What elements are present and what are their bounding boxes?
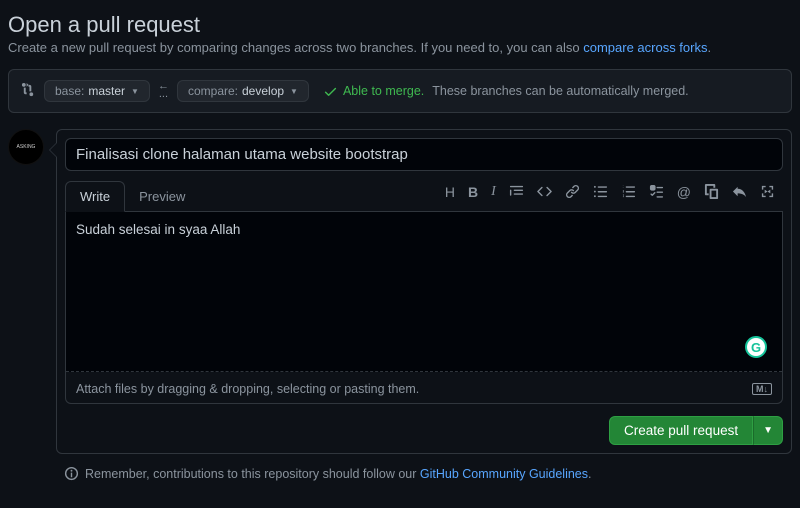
page-subtitle: Create a new pull request by comparing c…	[8, 40, 792, 55]
code-icon[interactable]	[537, 184, 552, 202]
body-wrap: Attach files by dragging & dropping, sel…	[65, 212, 783, 404]
expand-icon[interactable]	[760, 184, 775, 202]
merge-status: Able to merge.	[323, 84, 424, 99]
attach-hint[interactable]: Attach files by dragging & dropping, sel…	[76, 382, 419, 396]
compare-forks-link[interactable]: compare across forks	[583, 40, 707, 55]
ul-icon[interactable]	[593, 184, 608, 202]
ol-icon[interactable]	[621, 184, 636, 202]
link-icon[interactable]	[565, 184, 580, 202]
arrow-left-icon: ←...	[158, 83, 169, 98]
pr-title-input[interactable]	[65, 138, 783, 171]
compare-bar: base: master ▼ ←... compare: develop ▼ A…	[8, 69, 792, 113]
quote-icon[interactable]	[509, 184, 524, 202]
avatar: ASKING	[8, 129, 44, 165]
info-icon	[64, 466, 79, 481]
create-pr-dropdown[interactable]: ▼	[753, 416, 783, 445]
base-branch-selector[interactable]: base: master ▼	[44, 80, 150, 102]
italic-icon[interactable]: I	[491, 184, 496, 202]
compare-icon	[21, 82, 36, 100]
create-pr-button[interactable]: Create pull request	[609, 416, 753, 445]
heading-icon[interactable]: H	[445, 184, 455, 202]
md-toolbar: H B I @	[445, 184, 783, 208]
merge-note: These branches can be automatically merg…	[432, 84, 688, 98]
page-title: Open a pull request	[8, 12, 792, 38]
footer-note: Remember, contributions to this reposito…	[8, 466, 792, 481]
pr-form: Write Preview H B I @	[56, 129, 792, 454]
compare-branch-selector[interactable]: compare: develop ▼	[177, 80, 309, 102]
tab-preview[interactable]: Preview	[125, 182, 199, 211]
markdown-badge-icon[interactable]: M↓	[752, 383, 772, 395]
chevron-down-icon: ▼	[131, 87, 139, 96]
chevron-down-icon: ▼	[290, 87, 298, 96]
tab-write[interactable]: Write	[65, 181, 125, 212]
bold-icon[interactable]: B	[468, 184, 478, 202]
tab-row: Write Preview H B I @	[65, 181, 783, 212]
tasklist-icon[interactable]	[649, 184, 664, 202]
reply-icon[interactable]	[732, 184, 747, 202]
guidelines-link[interactable]: GitHub Community Guidelines	[420, 467, 588, 481]
crossref-icon[interactable]	[704, 184, 719, 202]
mention-icon[interactable]: @	[677, 184, 691, 202]
pr-body-textarea[interactable]	[66, 212, 782, 372]
